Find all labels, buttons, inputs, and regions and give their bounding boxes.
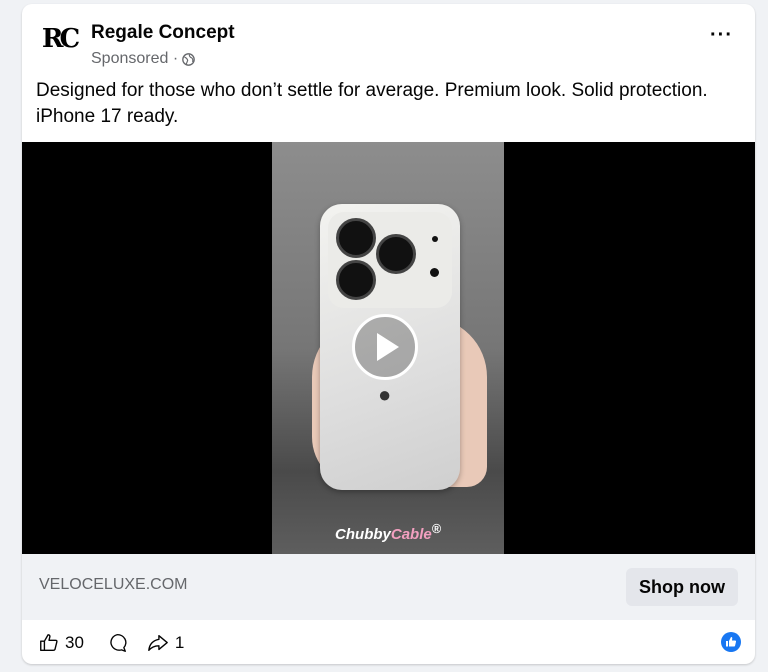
thumbs-up-icon [40,634,58,652]
thumbs-up-icon [726,637,737,647]
camera-block [328,212,452,308]
like-reaction-icon[interactable] [721,632,741,652]
share-button[interactable]: 1 [146,632,184,654]
sensor-dot [430,268,439,277]
sponsored-row: Sponsored · [91,50,196,68]
apple-logo-icon: ● [378,382,392,407]
cta-bar[interactable]: VELOCELUXE.COM Shop now [22,554,755,620]
post-caption: Designed for those who don’t settle for … [36,80,708,127]
comment-button[interactable] [106,632,128,654]
camera-lens [336,218,376,258]
video-watermark: ChubbyCable® [335,522,441,543]
play-button[interactable] [352,314,418,380]
video-player[interactable]: ● ChubbyCable® [22,142,755,554]
like-count: 30 [65,633,84,652]
camera-lens [336,260,376,300]
engagement-bar: 30 1 [38,630,184,656]
camera-lens [376,234,416,274]
page-name-link[interactable]: Regale Concept [91,22,235,44]
globe-icon [182,52,196,66]
like-button[interactable]: 30 [38,632,84,654]
page-avatar[interactable]: RC [36,16,82,62]
comment-icon [110,634,127,652]
flash-dot [432,236,438,242]
share-count: 1 [174,633,185,652]
sponsored-label[interactable]: Sponsored · [91,50,178,68]
shop-now-button[interactable]: Shop now [626,568,738,606]
video-frame: ● ChubbyCable® [272,142,504,554]
play-icon [377,333,399,361]
more-options-button[interactable]: ··· [710,24,733,47]
link-domain[interactable]: VELOCELUXE.COM [39,576,187,594]
share-icon [148,634,168,652]
ad-post-card: RC Regale Concept Sponsored · ··· Design… [22,4,755,664]
